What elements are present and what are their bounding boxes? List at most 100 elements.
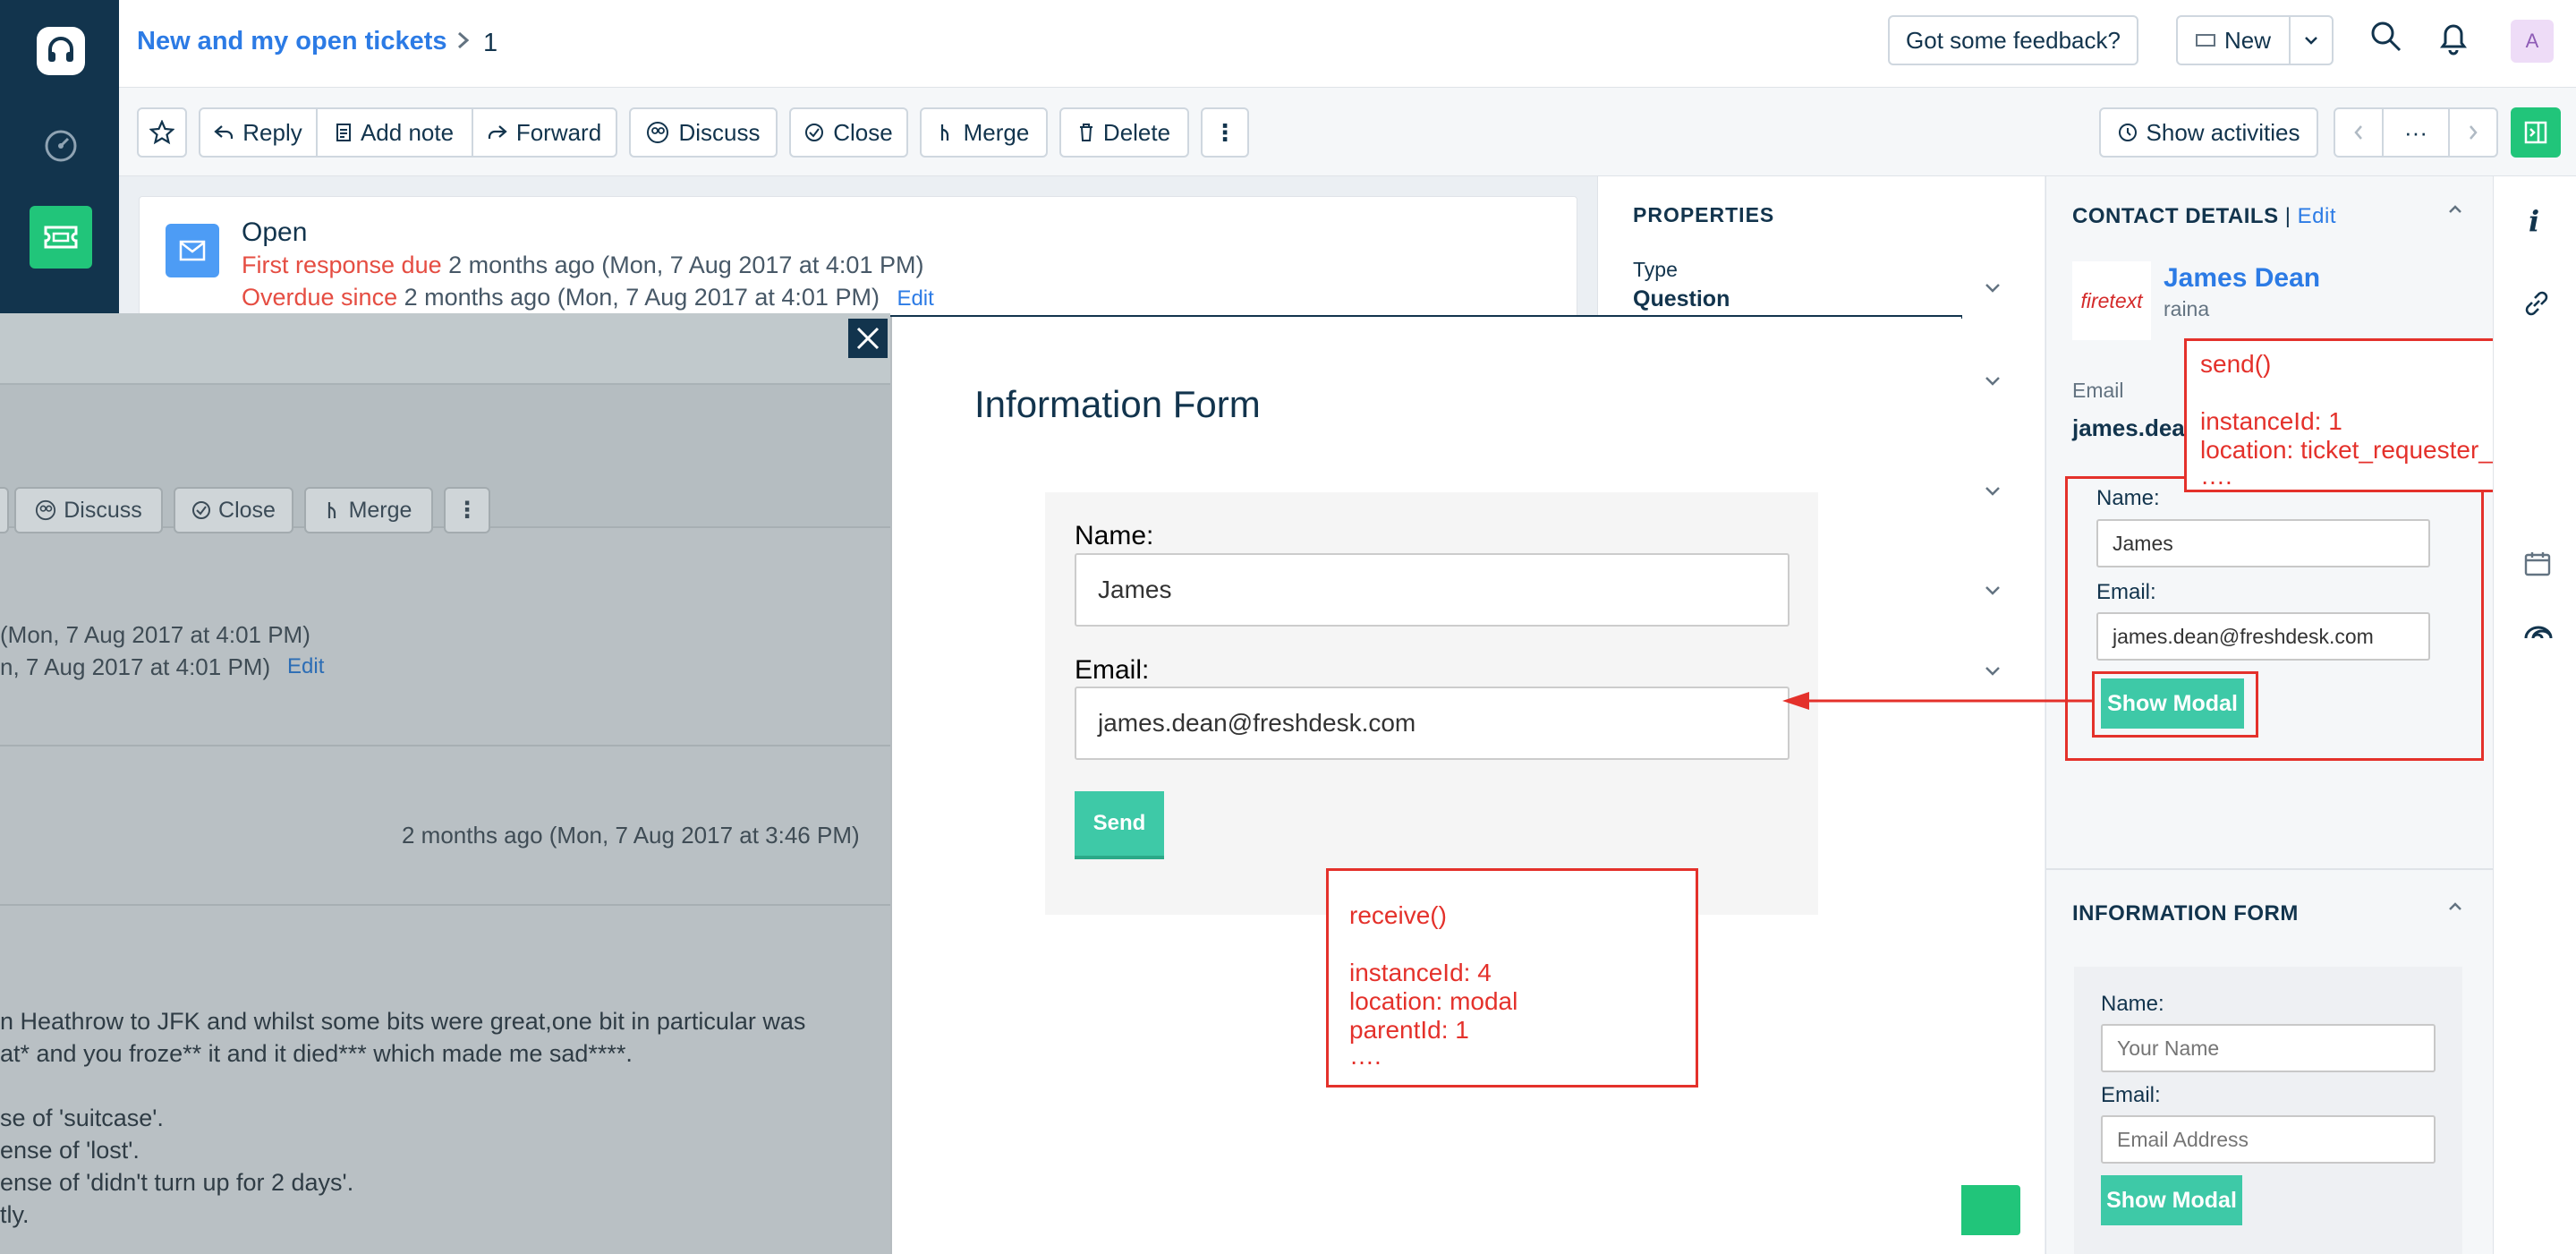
notification-bell-icon[interactable] bbox=[2437, 20, 2470, 55]
star-button[interactable] bbox=[137, 107, 187, 158]
panel-email-input[interactable]: Email Address bbox=[2101, 1115, 2436, 1164]
dimmed-merge-label: Merge bbox=[348, 497, 412, 523]
more-icon: ⋮ bbox=[1213, 118, 1237, 146]
feedback-button[interactable]: Got some feedback? bbox=[1888, 15, 2138, 65]
title-separator: | bbox=[2284, 204, 2291, 228]
first-response-value: 2 months ago (Mon, 7 Aug 2017 at 4:01 PM… bbox=[448, 252, 924, 278]
check-circle-icon bbox=[805, 124, 824, 141]
collapse-chevron-up-icon[interactable] bbox=[2448, 204, 2462, 215]
receive-instance-text: instanceId: 4 bbox=[1349, 959, 1492, 986]
new-button[interactable]: New bbox=[2176, 15, 2291, 65]
send-ellipsis-text: …. bbox=[2200, 462, 2232, 490]
freshdesk-logo-icon[interactable] bbox=[37, 27, 85, 75]
collapse-chevron-up-icon[interactable] bbox=[2448, 901, 2462, 912]
dashboard-icon[interactable] bbox=[34, 119, 88, 173]
new-dropdown-button[interactable] bbox=[2289, 15, 2334, 65]
chevron-down-icon[interactable] bbox=[1985, 666, 2001, 677]
panel-name-input[interactable]: Your Name bbox=[2101, 1024, 2436, 1072]
search-icon[interactable] bbox=[2369, 20, 2403, 54]
overdue-label: Overdue since bbox=[242, 284, 398, 311]
modal-close-button[interactable] bbox=[848, 319, 888, 358]
chevron-right-icon bbox=[2470, 125, 2478, 140]
reply-icon bbox=[214, 125, 234, 139]
dimmed-discuss-button: Discuss bbox=[14, 487, 163, 533]
ticket-status: Open bbox=[242, 218, 308, 247]
chevron-down-icon bbox=[2305, 37, 2317, 45]
link-icon[interactable] bbox=[2521, 288, 2552, 319]
type-chevron-icon[interactable] bbox=[1985, 283, 2001, 294]
discuss-label: Discuss bbox=[678, 118, 761, 146]
modal-name-input[interactable]: James bbox=[1075, 553, 1790, 627]
app-name-input[interactable]: James bbox=[2096, 519, 2430, 567]
app-email-input[interactable]: james.dean@freshdesk.com bbox=[2096, 612, 2430, 661]
show-activities-label: Show activities bbox=[2146, 118, 2300, 146]
receive-parent-text: parentId: 1 bbox=[1349, 1016, 1469, 1044]
more-actions-button[interactable]: ⋮ bbox=[1201, 107, 1249, 158]
dimmed-divider bbox=[0, 745, 890, 746]
due-edit-link[interactable]: Edit bbox=[897, 286, 933, 311]
next-ticket-button[interactable] bbox=[2448, 107, 2498, 158]
trash-icon bbox=[1079, 124, 1092, 141]
previous-ticket-button[interactable] bbox=[2334, 107, 2384, 158]
chevron-left-icon bbox=[2354, 125, 2362, 140]
discuss-icon bbox=[647, 122, 669, 143]
contact-name[interactable]: James Dean bbox=[2164, 263, 2320, 294]
ticket-list-button[interactable]: ··· bbox=[2382, 107, 2450, 158]
dimmed-divider bbox=[0, 904, 890, 906]
modal-title: Information Form bbox=[974, 383, 1261, 425]
overdue-line: Overdue since 2 months ago (Mon, 7 Aug 2… bbox=[242, 284, 934, 311]
tickets-icon[interactable] bbox=[30, 206, 92, 269]
panel-name-label: Name: bbox=[2101, 992, 2164, 1016]
delete-button[interactable]: Delete bbox=[1059, 107, 1189, 158]
app-name-label: Name: bbox=[2096, 486, 2160, 510]
modal-email-label: Email: bbox=[1075, 655, 1150, 685]
merge-icon bbox=[940, 124, 948, 141]
contact-edit-link[interactable]: Edit bbox=[2298, 204, 2336, 228]
panel-show-modal-button[interactable]: Show Modal bbox=[2101, 1175, 2242, 1225]
email-source-icon bbox=[166, 224, 219, 277]
toggle-sidebar-button[interactable] bbox=[2511, 107, 2561, 158]
show-modal-button[interactable]: Show Modal bbox=[2101, 678, 2244, 729]
note-icon bbox=[336, 124, 351, 141]
chevron-down-icon[interactable] bbox=[1985, 585, 2001, 596]
add-note-label: Add note bbox=[360, 118, 455, 146]
close-ticket-button[interactable]: Close bbox=[789, 107, 908, 158]
receive-ellipsis-text: …. bbox=[1349, 1042, 1382, 1070]
delete-label: Delete bbox=[1102, 118, 1171, 146]
chevron-down-icon[interactable] bbox=[1985, 486, 2001, 497]
add-note-button[interactable]: Add note bbox=[316, 107, 473, 158]
receive-fn-text: receive() bbox=[1349, 901, 1447, 929]
chevron-down-icon[interactable] bbox=[1985, 376, 2001, 387]
integration-app-icon[interactable] bbox=[2523, 625, 2554, 652]
reply-label: Reply bbox=[242, 118, 302, 146]
modal-email-input[interactable]: james.dean@freshdesk.com bbox=[1075, 687, 1790, 760]
info-icon[interactable]: i bbox=[2529, 204, 2539, 238]
update-button[interactable] bbox=[1958, 1185, 2020, 1235]
user-avatar[interactable]: A bbox=[2511, 20, 2554, 63]
dimmed-edit-link: Edit bbox=[287, 654, 325, 678]
send-instance-text: instanceId: 1 bbox=[2200, 407, 2342, 435]
discuss-button[interactable]: Discuss bbox=[629, 107, 778, 158]
feedback-label: Got some feedback? bbox=[1906, 26, 2121, 54]
forward-icon bbox=[488, 125, 507, 139]
type-label: Type bbox=[1633, 258, 1678, 281]
panel-email-label: Email: bbox=[2101, 1083, 2161, 1107]
breadcrumb-link[interactable]: New and my open tickets bbox=[137, 27, 447, 56]
type-value[interactable]: Question bbox=[1633, 286, 1730, 312]
dimmed-close-button: Close bbox=[174, 487, 293, 533]
modal-send-button[interactable]: Send bbox=[1075, 791, 1164, 859]
dimmed-more-button: ⋮ bbox=[444, 487, 490, 533]
apps-rail bbox=[2493, 176, 2576, 1254]
pager-more-icon: ··· bbox=[2404, 118, 2427, 146]
new-label: New bbox=[2223, 26, 2271, 54]
merge-button[interactable]: Merge bbox=[920, 107, 1048, 158]
reply-button[interactable]: Reply bbox=[199, 107, 318, 158]
merge-label: Merge bbox=[963, 118, 1030, 146]
calendar-icon[interactable] bbox=[2523, 550, 2552, 578]
dimmed-body-line: n Heathrow to JFK and whilst some bits w… bbox=[0, 1008, 806, 1035]
dimmed-due-line-2: n, 7 Aug 2017 at 4:01 PM) bbox=[0, 653, 271, 680]
show-activities-button[interactable]: Show activities bbox=[2099, 107, 2318, 158]
properties-title: PROPERTIES bbox=[1633, 203, 1775, 226]
contact-company: raina bbox=[2164, 297, 2210, 320]
forward-button[interactable]: Forward bbox=[472, 107, 617, 158]
